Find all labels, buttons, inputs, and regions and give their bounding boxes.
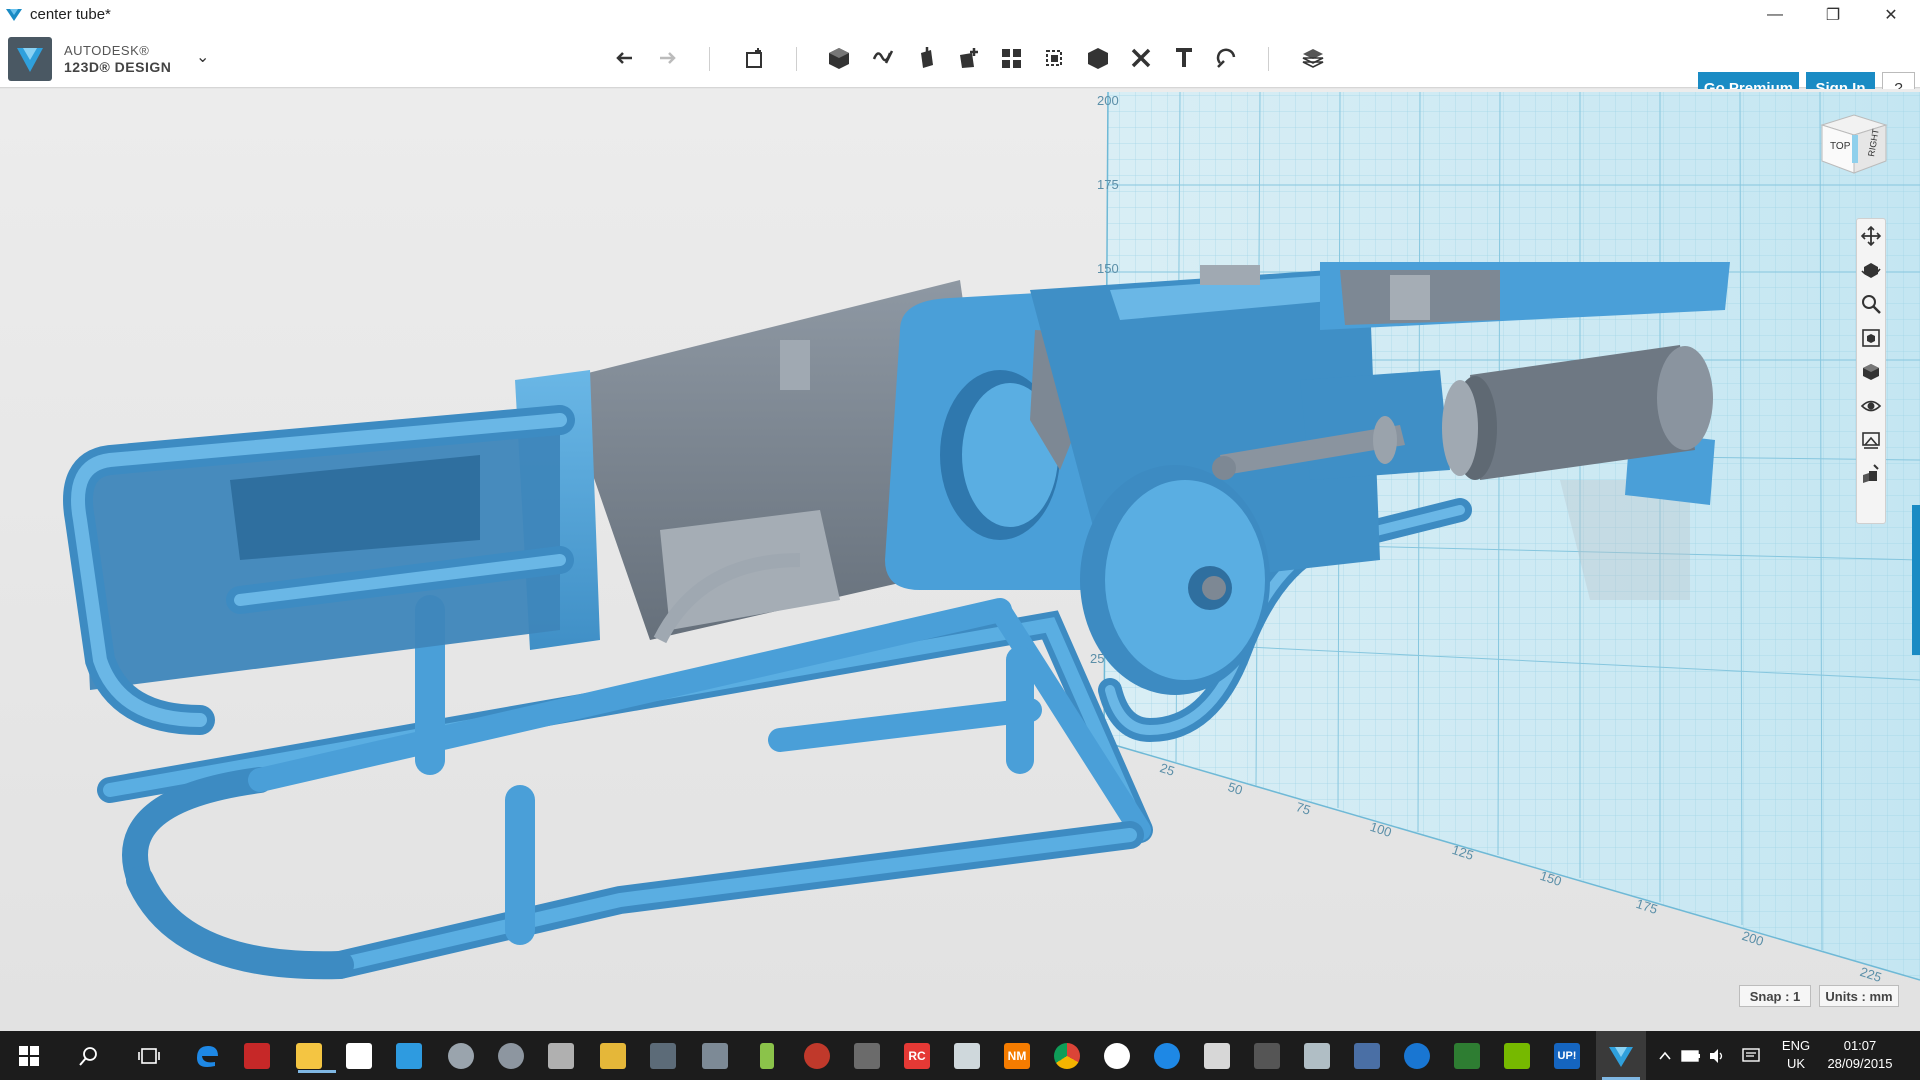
box-app-icon[interactable] (1300, 1039, 1334, 1073)
toolbar-separator (1268, 47, 1269, 71)
system-clock[interactable]: 01:07 28/09/2015 (1820, 1037, 1900, 1073)
acrobat-icon[interactable] (240, 1039, 274, 1073)
side-panel-tab[interactable] (1912, 505, 1920, 655)
snap-status[interactable]: Snap : 1 (1739, 985, 1811, 1007)
grid-tick-label: 200 (1097, 93, 1119, 108)
redo-icon[interactable] (652, 43, 682, 73)
edge-browser-icon[interactable] (190, 1039, 224, 1073)
task-view-icon[interactable] (132, 1039, 166, 1073)
materials-outline-icon[interactable] (1857, 423, 1885, 457)
model-scene[interactable] (0, 89, 1920, 1031)
windows-taskbar: RC NM UP! ENG UK 01:07 28/09/2015 (0, 1031, 1920, 1080)
navigation-bar (1856, 218, 1886, 524)
3d-viewport[interactable]: 200 175 150 25 25 50 75 100 125 150 175 … (0, 89, 1920, 1031)
volume-icon[interactable] (1700, 1039, 1734, 1073)
start-windows-icon[interactable] (12, 1039, 46, 1073)
game-app-icon[interactable] (494, 1039, 528, 1073)
q-app-icon[interactable] (1150, 1039, 1184, 1073)
window-title: center tube* (30, 6, 111, 23)
grid-tick-label: 150 (1097, 261, 1119, 276)
battery-app-icon[interactable] (750, 1039, 784, 1073)
warplanes-icon[interactable] (698, 1039, 732, 1073)
app-menu-chevron-icon[interactable]: ⌄ (196, 47, 209, 67)
window-title-bar: center tube* — ❐ ✕ (0, 0, 1920, 29)
model-settings-icon[interactable] (1857, 457, 1885, 491)
transform-icon[interactable] (740, 43, 770, 73)
store-icon[interactable] (342, 1039, 376, 1073)
drive-app-icon[interactable] (1250, 1039, 1284, 1073)
file-explorer-icon[interactable] (292, 1039, 336, 1073)
zoom-icon[interactable] (1857, 287, 1885, 321)
alienware-icon[interactable] (444, 1039, 478, 1073)
modify-icon[interactable] (954, 43, 984, 73)
units-status[interactable]: Units : mm (1819, 985, 1899, 1007)
close-button[interactable]: ✕ (1862, 0, 1920, 29)
combine-icon[interactable] (1083, 43, 1113, 73)
orbit-icon[interactable] (1857, 253, 1885, 287)
printer-app-icon[interactable] (1200, 1039, 1234, 1073)
pattern-icon[interactable] (997, 43, 1027, 73)
target-app-icon[interactable] (1400, 1039, 1434, 1073)
view-mode-icon[interactable] (1857, 355, 1885, 389)
brand-logo-icon (8, 37, 52, 81)
sketch-icon[interactable] (868, 43, 898, 73)
action-center-icon[interactable] (1734, 1039, 1768, 1073)
warships-icon[interactable] (646, 1039, 680, 1073)
nvidia-icon[interactable] (1500, 1039, 1534, 1073)
viewcube-top-label[interactable]: TOP (1830, 141, 1851, 152)
graph-app-icon[interactable] (1450, 1039, 1484, 1073)
minimize-button[interactable]: — (1746, 0, 1804, 29)
fit-icon[interactable] (1857, 321, 1885, 355)
castle-app-icon[interactable] (544, 1039, 578, 1073)
brand-line1: AUTODESK® (64, 43, 150, 58)
archive-app-icon[interactable] (596, 1039, 630, 1073)
up-app-icon[interactable]: UP! (1550, 1039, 1584, 1073)
123d-design-taskbar-icon[interactable] (1596, 1031, 1646, 1080)
app-logo-icon (6, 8, 22, 21)
tool-app-icon[interactable] (800, 1039, 834, 1073)
primitives-icon[interactable] (824, 43, 854, 73)
snap-icon[interactable] (1212, 43, 1242, 73)
view-cube[interactable]: TOP RIGHT (1818, 111, 1890, 177)
magnifier-app-icon[interactable] (950, 1039, 984, 1073)
network-app-icon[interactable] (1350, 1039, 1384, 1073)
grouping-icon[interactable] (1040, 43, 1070, 73)
nm-app-icon[interactable]: NM (1000, 1039, 1034, 1073)
text-icon[interactable] (1169, 43, 1199, 73)
measure-icon[interactable] (1126, 43, 1156, 73)
brand-line2: 123D® DESIGN (64, 59, 172, 75)
pan-icon[interactable] (1857, 219, 1885, 253)
toolbar-separator (709, 47, 710, 71)
grid-tick-label: 25 (1090, 651, 1105, 666)
chrome-icon[interactable] (1050, 1039, 1084, 1073)
drive-wheel[interactable] (1080, 465, 1270, 695)
construct-icon[interactable] (911, 43, 941, 73)
toolbar-separator (796, 47, 797, 71)
search-icon[interactable] (72, 1039, 106, 1073)
grid-tick-label: 175 (1097, 177, 1119, 192)
app-brand[interactable]: AUTODESK® 123D® DESIGN (8, 37, 171, 81)
app-toolbar: AUTODESK® 123D® DESIGN ⌄ (0, 29, 1920, 105)
visibility-icon[interactable] (1857, 389, 1885, 423)
clock-date[interactable]: 28/09/2015 (1820, 1055, 1900, 1073)
rc-app-icon[interactable]: RC (900, 1039, 934, 1073)
itunes-icon[interactable] (1100, 1039, 1134, 1073)
media-player-icon[interactable] (392, 1039, 426, 1073)
tanks-icon[interactable] (850, 1039, 884, 1073)
maximize-button[interactable]: ❐ (1804, 0, 1862, 29)
undo-icon[interactable] (610, 43, 640, 73)
clock-time[interactable]: 01:07 (1820, 1037, 1900, 1055)
material-icon[interactable] (1298, 43, 1328, 73)
input-language[interactable]: ENG UK (1776, 1037, 1816, 1073)
